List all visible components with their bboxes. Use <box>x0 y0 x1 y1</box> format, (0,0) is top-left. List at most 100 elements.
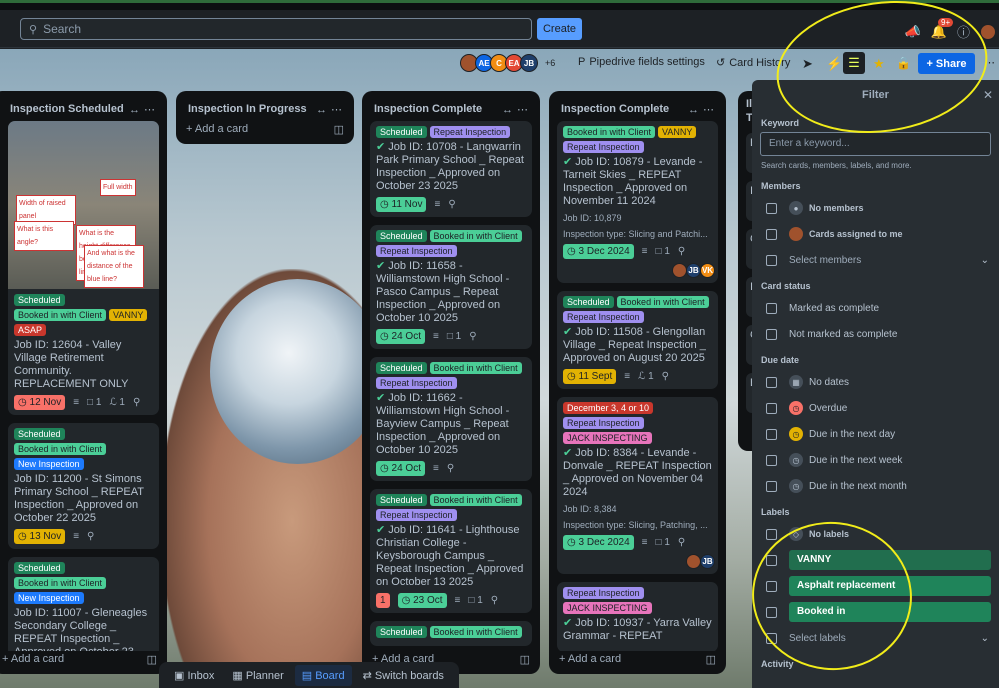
close-icon[interactable]: ✕ <box>983 88 993 102</box>
add-card-button[interactable]: + Add a card ◫ <box>557 651 718 668</box>
checkbox[interactable] <box>766 328 777 340</box>
checkbox[interactable] <box>766 402 777 414</box>
checkbox[interactable] <box>766 228 777 240</box>
member-avatar[interactable]: JB <box>520 54 538 72</box>
card-label[interactable]: Booked in with Client <box>616 296 709 308</box>
check-circle-icon[interactable]: ✔ <box>376 524 385 536</box>
add-card-button[interactable]: + Add a card ◫ <box>184 121 346 138</box>
list-title[interactable]: Inspection Complete <box>370 103 482 115</box>
due-date-badge[interactable]: ◷ 3 Dec 2024 <box>563 244 634 259</box>
filter-assigned-to-me[interactable]: Cards assigned to me <box>752 221 999 247</box>
due-date-badge[interactable]: ◷ 11 Nov <box>376 197 427 212</box>
card-label[interactable]: Repeat Inspection <box>376 245 457 257</box>
list-title[interactable]: Inspection Complete <box>557 103 669 115</box>
card[interactable]: Scheduled Booked in with Client New Inspec… <box>8 557 159 651</box>
keyword-input[interactable]: Enter a keyword... <box>760 132 991 156</box>
pipedrive-button[interactable]: P Pipedrive fields settings <box>578 56 705 68</box>
card-label[interactable]: JACK INSPECTING <box>563 432 652 444</box>
card-label[interactable]: Booked in with Client <box>14 443 107 455</box>
checkbox[interactable] <box>766 428 777 440</box>
template-icon[interactable]: ◫ <box>520 653 530 666</box>
filter-no-members[interactable]: ● No members <box>752 195 999 221</box>
filter-next-day[interactable]: ◷ Due in the next day <box>752 421 999 447</box>
card-label[interactable]: VANNY <box>109 309 148 321</box>
checkbox[interactable] <box>766 480 777 492</box>
card-label[interactable]: Repeat Inspection <box>376 377 457 389</box>
filter-next-week[interactable]: ◷ Due in the next week <box>752 447 999 473</box>
card[interactable]: Scheduled Booked in with Client Repeat Ins… <box>370 357 532 481</box>
filter-select-members[interactable]: Select members ⌄ <box>752 247 999 273</box>
due-date-badge[interactable]: ◷ 13 Nov <box>14 529 66 544</box>
card-label[interactable]: Booked in with Client <box>14 309 107 321</box>
due-date-badge[interactable]: ◷ 24 Oct <box>376 329 425 344</box>
search-input[interactable]: ⚲ Search <box>20 18 532 40</box>
list-controls[interactable]: ↔⋯ <box>688 103 718 116</box>
card-label[interactable]: Scheduled <box>376 126 427 138</box>
check-circle-icon[interactable]: ✔ <box>376 260 385 272</box>
card[interactable]: Scheduled Repeat Inspection ✔ Job ID: 10708… <box>370 121 532 217</box>
card-label[interactable]: Scheduled <box>376 494 427 506</box>
card-label[interactable]: Repeat Inspection <box>376 509 457 521</box>
card[interactable]: Scheduled Booked in with Client New Inspec… <box>8 423 159 549</box>
card-label[interactable]: Booked in with Client <box>14 577 107 589</box>
card-label[interactable]: Scheduled <box>14 428 65 440</box>
card[interactable]: Scheduled Booked in with Client <box>370 621 532 646</box>
card-label[interactable]: ASAP <box>14 324 47 336</box>
board-button[interactable]: ▤ Board <box>294 664 352 686</box>
check-circle-icon[interactable]: ✔ <box>376 392 385 404</box>
card[interactable]: Scheduled Booked in with Client Repeat Ins… <box>370 489 532 613</box>
card-label[interactable]: Booked in with Client <box>429 626 522 638</box>
card-label[interactable]: Booked in with Client <box>429 362 522 374</box>
member-avatars[interactable]: AE C EA JB +6 <box>460 54 555 72</box>
card-label[interactable]: Repeat Inspection <box>563 587 644 599</box>
list-controls[interactable]: ↔⋯ <box>502 103 532 116</box>
card-label[interactable]: Scheduled <box>376 362 427 374</box>
card-label[interactable]: Scheduled <box>376 626 427 638</box>
checkbox[interactable] <box>766 202 777 214</box>
card[interactable]: December 3, 4 or 10 Repeat Inspection JACK… <box>557 397 718 574</box>
due-date-badge[interactable]: ◷ 12 Nov <box>14 395 66 410</box>
checkbox[interactable] <box>766 254 777 266</box>
more-members-count[interactable]: +6 <box>545 58 555 68</box>
due-date-badge[interactable]: ◷ 3 Dec 2024 <box>563 535 634 550</box>
checkbox[interactable] <box>766 376 777 388</box>
card-label[interactable]: December 3, 4 or 10 <box>563 402 654 414</box>
card-label[interactable]: VANNY <box>658 126 697 138</box>
card-label[interactable]: Scheduled <box>563 296 614 308</box>
card-label[interactable]: Scheduled <box>14 562 65 574</box>
template-icon[interactable]: ◫ <box>334 123 344 136</box>
checkbox[interactable] <box>766 454 777 466</box>
list-controls[interactable]: ↔⋯ <box>316 103 346 116</box>
template-icon[interactable]: ◫ <box>706 653 716 666</box>
filter-not-marked-complete[interactable]: Not marked as complete <box>752 321 999 347</box>
check-circle-icon[interactable]: ✔ <box>376 141 385 153</box>
planner-button[interactable]: ▦ Planner <box>225 665 290 686</box>
create-button[interactable]: Create <box>537 18 582 40</box>
filter-overdue[interactable]: ◷ Overdue <box>752 395 999 421</box>
check-circle-icon[interactable]: ✔ <box>563 156 572 168</box>
card[interactable]: Booked in with Client VANNY Repeat Inspect… <box>557 121 718 283</box>
list-title[interactable]: Inspection In Progress <box>184 103 307 115</box>
card-label[interactable]: Scheduled <box>376 230 427 242</box>
checkbox[interactable] <box>766 528 777 540</box>
card-label[interactable]: Booked in with Client <box>429 230 522 242</box>
list-controls[interactable]: ↔⋯ <box>129 103 159 116</box>
card-label[interactable]: Booked in with Client <box>563 126 656 138</box>
card[interactable]: Full width Width of raised panel What is t… <box>8 121 159 415</box>
checkbox[interactable] <box>766 302 777 314</box>
due-date-badge[interactable]: ◷ 23 Oct <box>397 593 447 608</box>
filter-next-month[interactable]: ◷ Due in the next month <box>752 473 999 499</box>
switch-boards-button[interactable]: ⇄ Switch boards <box>356 665 451 686</box>
card-label[interactable]: Booked in with Client <box>429 494 522 506</box>
card-label[interactable]: New Inspection <box>14 592 84 604</box>
inbox-button[interactable]: ▣ Inbox <box>167 665 221 686</box>
due-date-badge[interactable]: ◷ 24 Oct <box>376 461 425 476</box>
avatar[interactable] <box>980 23 996 40</box>
add-card-button[interactable]: + Add a card ◫ <box>0 651 159 668</box>
card-label[interactable]: Scheduled <box>14 294 65 306</box>
template-icon[interactable]: ◫ <box>147 653 157 666</box>
check-circle-icon[interactable]: ✔ <box>563 326 572 338</box>
card-label[interactable]: Repeat Inspection <box>563 141 644 153</box>
card-label[interactable]: JACK INSPECTING <box>563 602 652 614</box>
card[interactable]: Scheduled Booked in with Client Repeat Ins… <box>370 225 532 349</box>
